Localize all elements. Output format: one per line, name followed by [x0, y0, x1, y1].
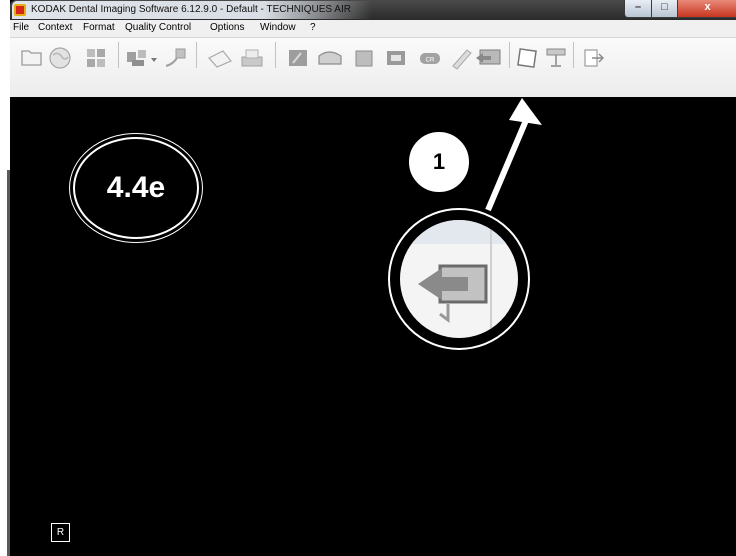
zoomed-export-icon	[418, 264, 488, 323]
sensor-icon[interactable]	[387, 51, 405, 65]
toolbar-separator	[275, 42, 276, 68]
dropdown-arrow-icon[interactable]	[151, 58, 157, 62]
callout-number: 1	[407, 130, 471, 194]
kodak-logo-icon[interactable]	[14, 4, 26, 16]
menu-bar: File Context Format Quality Control Opti…	[10, 20, 736, 38]
frame-icon[interactable]	[517, 48, 537, 68]
cephalometric-icon[interactable]	[355, 50, 373, 67]
export-icon[interactable]	[476, 49, 501, 65]
acquire-icon[interactable]	[127, 50, 146, 66]
application-window: KODAK Dental Imaging Software 6.12.9.0 -…	[10, 0, 736, 556]
menu-options[interactable]: Options	[210, 22, 244, 33]
desktop-edge	[0, 0, 7, 556]
menu-help[interactable]: ?	[310, 22, 316, 33]
email-icon[interactable]	[208, 50, 232, 68]
toolbar-icons: CR	[21, 42, 604, 70]
menu-quality-control[interactable]: Quality Control	[125, 22, 191, 33]
step-label-badge: 4.4e	[73, 137, 199, 239]
toolbar-separator	[118, 42, 119, 68]
cr-icon[interactable]: CR	[420, 53, 440, 64]
globe-icon[interactable]	[49, 47, 71, 69]
exit-icon[interactable]	[584, 49, 604, 67]
device-icon[interactable]	[165, 48, 186, 67]
maximize-button[interactable]: □	[651, 0, 678, 18]
menu-window[interactable]: Window	[260, 22, 296, 33]
stand-icon[interactable]	[546, 48, 566, 67]
window-title: KODAK Dental Imaging Software 6.12.9.0 -…	[31, 4, 351, 15]
svg-text:CR: CR	[426, 58, 435, 64]
toolbar-separator	[509, 42, 510, 68]
menu-file[interactable]: File	[13, 22, 29, 33]
right-side-marker: R	[51, 523, 70, 542]
grid-icon[interactable]	[87, 49, 105, 67]
toolbar-row: CR	[10, 38, 736, 72]
zoom-magnifier-content	[398, 218, 520, 340]
menu-context[interactable]: Context	[38, 22, 72, 33]
toolbar: CR	[10, 38, 736, 99]
close-button[interactable]: x	[677, 0, 736, 18]
minimize-button[interactable]: –	[624, 0, 652, 18]
pen-icon[interactable]	[452, 49, 472, 70]
open-folder-icon[interactable]	[21, 50, 42, 66]
intraoral-icon[interactable]	[289, 50, 307, 66]
title-bar[interactable]: KODAK Dental Imaging Software 6.12.9.0 -…	[10, 0, 736, 20]
print-icon[interactable]	[241, 49, 263, 67]
menu-format[interactable]: Format	[83, 22, 115, 33]
toolbar-separator	[573, 42, 574, 68]
panoramic-icon[interactable]	[318, 51, 342, 65]
toolbar-separator	[196, 42, 197, 68]
